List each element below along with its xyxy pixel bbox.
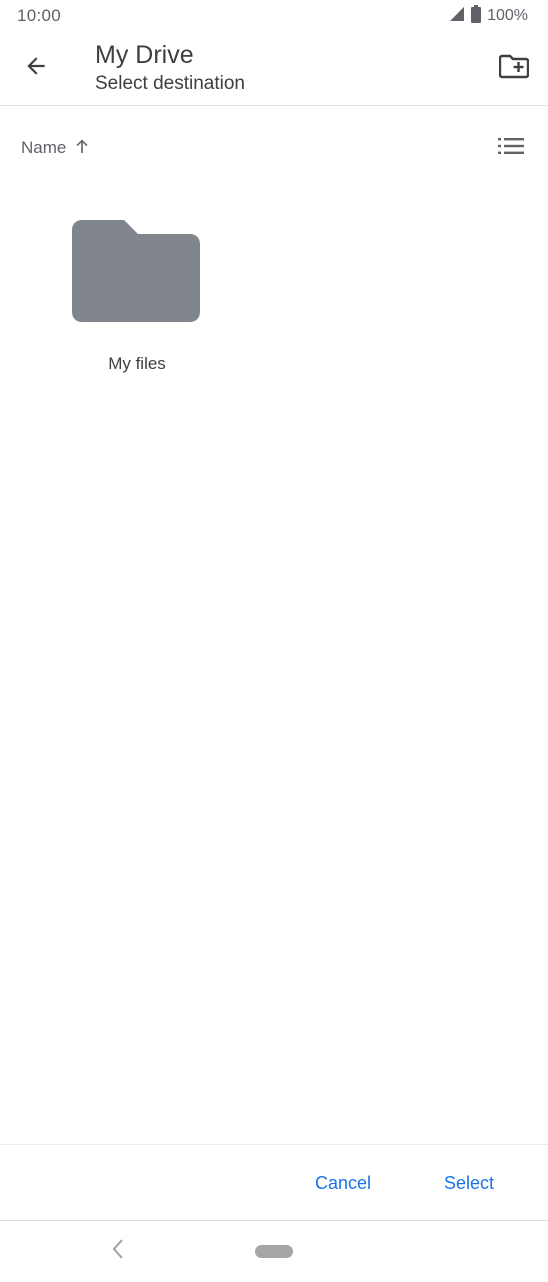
battery-icon — [471, 4, 482, 28]
new-folder-button[interactable] — [492, 46, 536, 90]
folder-icon — [72, 218, 202, 329]
sort-row: Name — [0, 126, 548, 170]
bottom-action-bar: Cancel Select — [0, 1144, 548, 1220]
list-view-button[interactable] — [494, 134, 528, 162]
status-icons: 100% — [447, 4, 528, 28]
status-time: 10:00 — [17, 6, 62, 25]
signal-icon — [447, 6, 465, 27]
screen: 10:00 100% My Drive Select destination N… — [0, 0, 548, 1282]
folder-name: My files — [108, 354, 166, 373]
list-view-icon — [498, 137, 524, 160]
title-block: My Drive Select destination — [95, 40, 245, 98]
nav-back-button[interactable] — [106, 1238, 130, 1265]
home-pill[interactable] — [255, 1245, 293, 1258]
sort-by-name-button[interactable]: Name — [21, 136, 90, 160]
system-nav-bar — [0, 1220, 548, 1282]
select-button[interactable]: Select — [428, 1165, 510, 1201]
nav-back-icon — [111, 1238, 125, 1265]
sort-label: Name — [21, 138, 67, 157]
page-subtitle: Select destination — [95, 73, 245, 94]
arrow-up-icon — [74, 138, 90, 159]
cancel-button[interactable]: Cancel — [300, 1165, 386, 1201]
folder-tile-my-files[interactable]: My files — [50, 200, 224, 390]
page-title: My Drive — [95, 41, 194, 69]
status-bar: 10:00 100% — [0, 0, 548, 34]
top-app-bar: My Drive Select destination — [0, 34, 548, 106]
battery-percent: 100% — [487, 7, 528, 24]
create-folder-icon — [498, 53, 530, 84]
back-button[interactable] — [14, 46, 58, 90]
arrow-back-icon — [23, 53, 49, 84]
